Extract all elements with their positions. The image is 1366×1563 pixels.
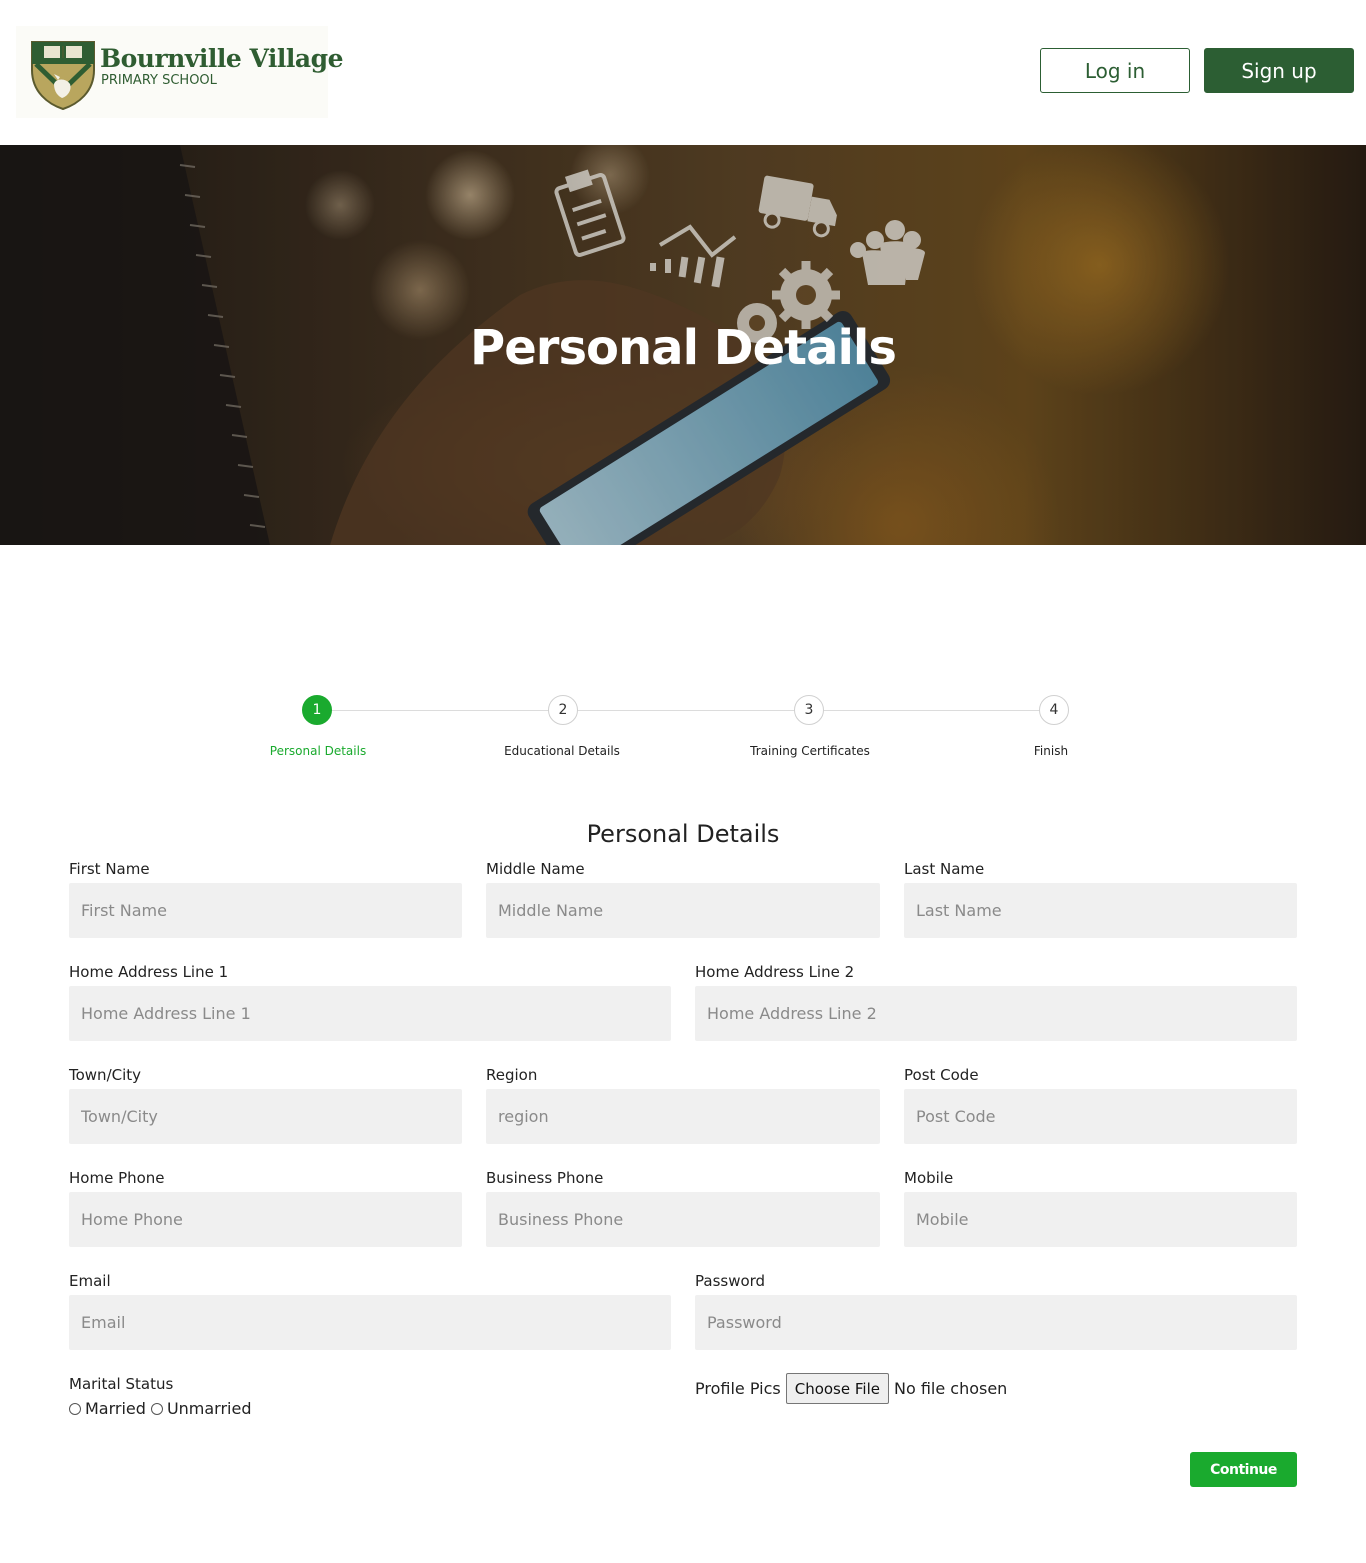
address-line-2-label: Home Address Line 2 [695,963,855,981]
site-header: Bournville Village PRIMARY SCHOOL Log in… [0,0,1366,145]
email-input[interactable] [69,1295,671,1350]
married-label[interactable]: Married [85,1399,146,1418]
post-code-label: Post Code [904,1066,979,1084]
profile-pic-field: Profile Pics Choose File No file chosen [695,1373,1007,1404]
step-1-circle[interactable]: 1 [302,695,332,725]
hero-title: Personal Details [470,320,897,376]
step-3-label: Training Certificates [750,744,870,758]
region-input[interactable] [486,1089,880,1144]
progress-stepper: 1 2 3 4 Personal Details Educational Det… [0,690,1366,770]
step-4-circle[interactable]: 4 [1039,695,1069,725]
town-city-label: Town/City [69,1066,142,1084]
first-name-label: First Name [69,860,150,878]
home-phone-label: Home Phone [69,1169,165,1187]
last-name-input[interactable] [904,883,1297,938]
hero-banner: Personal Details [0,145,1366,545]
marital-status-options: Married Unmarried [69,1399,257,1418]
address-line-2-input[interactable] [695,986,1297,1041]
continue-button[interactable]: Continue [1190,1452,1297,1487]
form-title: Personal Details [586,820,780,848]
post-code-input[interactable] [904,1089,1297,1144]
choose-file-button[interactable]: Choose File [785,1373,889,1404]
password-input[interactable] [695,1295,1297,1350]
step-4-label: Finish [1033,744,1069,758]
school-crest-icon [31,41,95,110]
mobile-label: Mobile [904,1169,954,1187]
step-1-label: Personal Details [269,744,367,758]
region-label: Region [486,1066,538,1084]
middle-name-label: Middle Name [486,860,585,878]
step-3-circle[interactable]: 3 [794,695,824,725]
signup-button[interactable]: Sign up [1204,48,1354,93]
mobile-input[interactable] [904,1192,1297,1247]
unmarried-label[interactable]: Unmarried [167,1399,252,1418]
unmarried-radio[interactable] [150,1402,163,1415]
address-line-1-label: Home Address Line 1 [69,963,229,981]
file-status-text: No file chosen [893,1379,1008,1398]
business-phone-label: Business Phone [486,1169,604,1187]
married-radio[interactable] [69,1402,81,1415]
marital-status-label: Marital Status [69,1375,174,1393]
address-line-1-input[interactable] [69,986,671,1041]
last-name-label: Last Name [904,860,985,878]
login-button[interactable]: Log in [1040,48,1190,93]
business-phone-input[interactable] [486,1192,880,1247]
home-phone-input[interactable] [69,1192,462,1247]
step-2-label: Educational Details [504,744,620,758]
email-label: Email [69,1272,111,1290]
stepper-line [317,710,1054,711]
logo-subtitle: PRIMARY SCHOOL [101,73,217,88]
school-logo[interactable]: Bournville Village PRIMARY SCHOOL [16,26,344,118]
town-city-input[interactable] [69,1089,462,1144]
logo-title: Bournville Village [100,44,344,73]
first-name-input[interactable] [69,883,462,938]
middle-name-input[interactable] [486,883,880,938]
step-2-circle[interactable]: 2 [548,695,578,725]
password-label: Password [695,1272,766,1290]
profile-pic-label: Profile Pics [695,1379,781,1398]
